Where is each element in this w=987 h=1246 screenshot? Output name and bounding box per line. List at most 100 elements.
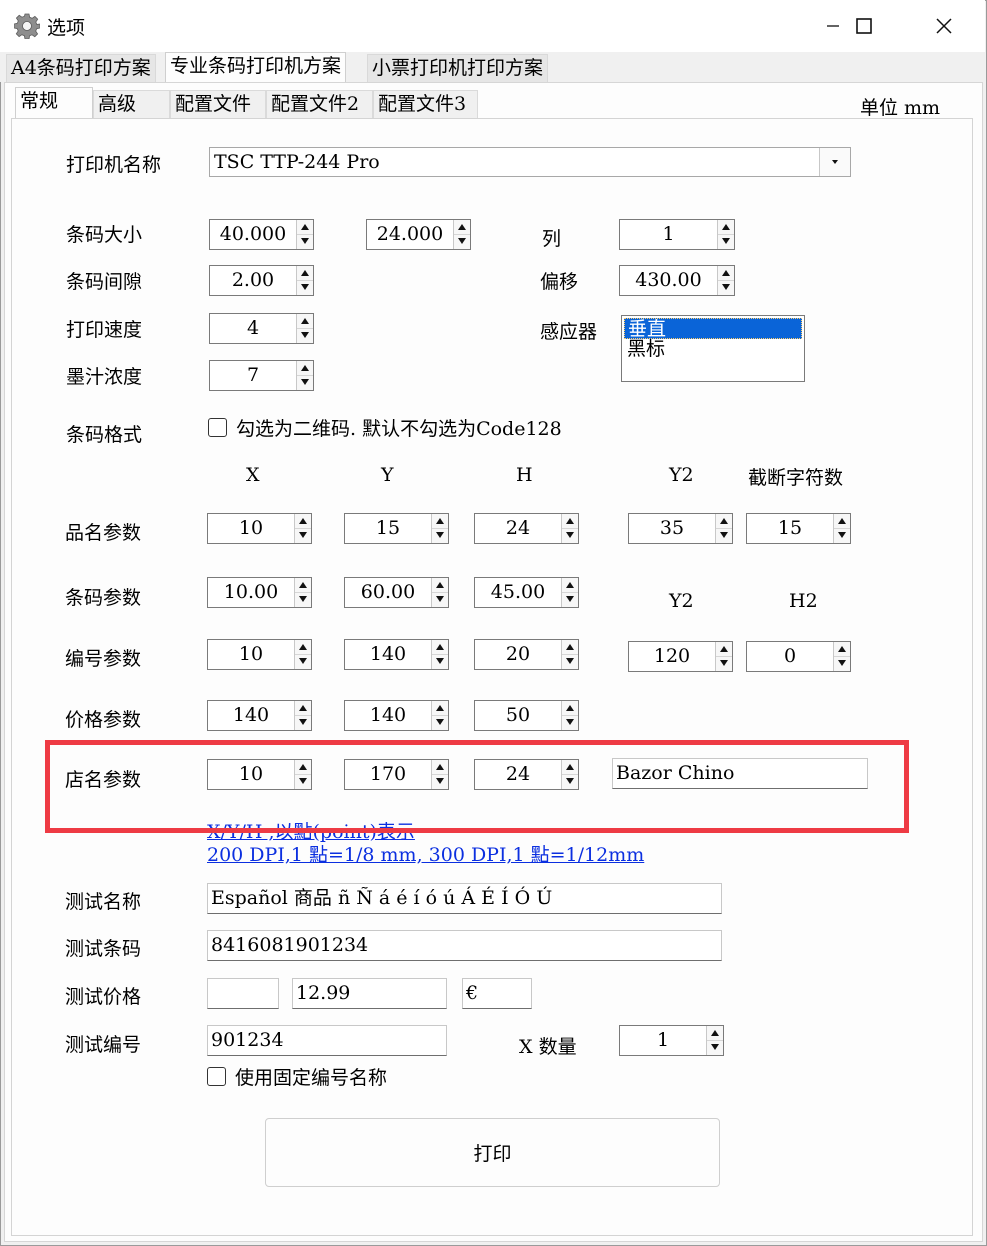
price-h-spinner[interactable]: 50: [474, 700, 579, 731]
print-button[interactable]: 打印: [265, 1118, 720, 1187]
spinner-value: 1: [656, 1029, 670, 1051]
spin-up-icon[interactable]: [295, 578, 311, 593]
number-y2-spinner[interactable]: 120: [628, 641, 733, 672]
spin-down-icon[interactable]: [562, 715, 578, 729]
spin-up-icon[interactable]: [562, 514, 578, 529]
spin-down-icon[interactable]: [297, 375, 313, 389]
ink-density-spinner[interactable]: 7: [209, 360, 314, 391]
spin-down-icon[interactable]: [562, 528, 578, 542]
tab-receipt-printer[interactable]: 小票打印机打印方案: [367, 54, 549, 82]
spin-up-icon[interactable]: [716, 514, 732, 529]
spin-up-icon[interactable]: [295, 514, 311, 529]
sensor-option-blackmark[interactable]: 黑标: [627, 339, 665, 360]
fixed-number-checkbox[interactable]: [207, 1067, 226, 1086]
spin-down-icon[interactable]: [297, 234, 313, 248]
spin-down-icon[interactable]: [295, 592, 311, 606]
price-y-spinner[interactable]: 140: [344, 700, 449, 731]
name-x-spinner[interactable]: 10: [207, 513, 312, 544]
name-y-spinner[interactable]: 15: [344, 513, 449, 544]
spinner-value: 10: [238, 517, 264, 539]
number-x-spinner[interactable]: 10: [207, 639, 312, 670]
spin-up-icon[interactable]: [562, 640, 578, 655]
spin-up-icon[interactable]: [297, 266, 313, 281]
spin-down-icon[interactable]: [297, 328, 313, 342]
subtab-config-file[interactable]: 配置文件: [170, 90, 266, 118]
tab-pro-barcode-printer[interactable]: 专业条码打印机方案: [165, 52, 347, 83]
print-speed-spinner[interactable]: 4: [209, 313, 314, 344]
number-y-spinner[interactable]: 140: [344, 639, 449, 670]
spin-up-icon[interactable]: [562, 578, 578, 593]
test-barcode-input[interactable]: 8416081901234: [207, 930, 722, 961]
number-h2-spinner[interactable]: 0: [746, 641, 851, 672]
qrcode-checkbox-label: 勾选为二维码. 默认不勾选为Code128: [236, 418, 562, 440]
spin-up-icon[interactable]: [707, 1026, 723, 1041]
spin-down-icon[interactable]: [432, 528, 448, 542]
spin-down-icon[interactable]: [716, 528, 732, 542]
subtab-config-file-2[interactable]: 配置文件2: [266, 90, 373, 118]
barcode-x-spinner[interactable]: 10.00: [207, 577, 312, 608]
maximize-button[interactable]: [834, 0, 894, 52]
quantity-spinner[interactable]: 1: [619, 1025, 724, 1056]
sensor-listbox[interactable]: 垂直 黑标: [621, 315, 805, 382]
close-button[interactable]: [914, 0, 974, 52]
price-x-spinner[interactable]: 140: [207, 700, 312, 731]
spin-up-icon[interactable]: [432, 701, 448, 716]
test-price-input[interactable]: 12.99: [292, 978, 447, 1009]
dpi-note-link[interactable]: 200 DPI,1 點=1/8 mm, 300 DPI,1 點=1/12mm: [207, 840, 644, 867]
spin-up-icon[interactable]: [432, 514, 448, 529]
tab-a4-barcode[interactable]: A4条码打印方案: [6, 54, 156, 82]
spin-up-icon[interactable]: [562, 701, 578, 716]
spin-up-icon[interactable]: [834, 514, 850, 529]
spin-down-icon[interactable]: [718, 280, 734, 294]
test-price-prefix-input[interactable]: [207, 978, 279, 1009]
chevron-down-icon[interactable]: [819, 148, 850, 176]
test-name-input[interactable]: Español 商品 ñ Ñ á é í ó ú Á É Í Ó Ú: [207, 883, 722, 914]
number-h-spinner[interactable]: 20: [474, 639, 579, 670]
subtab-advanced[interactable]: 高级: [93, 90, 170, 118]
spin-up-icon[interactable]: [297, 220, 313, 235]
spin-down-icon[interactable]: [432, 592, 448, 606]
spin-down-icon[interactable]: [718, 234, 734, 248]
spin-down-icon[interactable]: [295, 654, 311, 668]
barcode-height-spinner[interactable]: 24.000: [366, 219, 471, 250]
spin-up-icon[interactable]: [297, 361, 313, 376]
name-y2-spinner[interactable]: 35: [628, 513, 733, 544]
spin-down-icon[interactable]: [295, 715, 311, 729]
spin-down-icon[interactable]: [454, 234, 470, 248]
spin-up-icon[interactable]: [718, 220, 734, 235]
spin-up-icon[interactable]: [834, 642, 850, 657]
spin-down-icon[interactable]: [716, 656, 732, 670]
spin-down-icon[interactable]: [432, 654, 448, 668]
subtab-config-file-3[interactable]: 配置文件3: [373, 90, 478, 118]
spin-up-icon[interactable]: [295, 701, 311, 716]
barcode-h-spinner[interactable]: 45.00: [474, 577, 579, 608]
spin-down-icon[interactable]: [297, 280, 313, 294]
spin-up-icon[interactable]: [432, 578, 448, 593]
spin-up-icon[interactable]: [432, 640, 448, 655]
columns-spinner[interactable]: 1: [619, 219, 735, 250]
spin-down-icon[interactable]: [562, 592, 578, 606]
spin-down-icon[interactable]: [834, 528, 850, 542]
barcode-y-spinner[interactable]: 60.00: [344, 577, 449, 608]
spin-up-icon[interactable]: [295, 640, 311, 655]
spin-up-icon[interactable]: [716, 642, 732, 657]
spin-up-icon[interactable]: [454, 220, 470, 235]
spin-down-icon[interactable]: [834, 656, 850, 670]
spin-down-icon[interactable]: [562, 654, 578, 668]
barcode-gap-spinner[interactable]: 2.00: [209, 265, 314, 296]
name-h-spinner[interactable]: 24: [474, 513, 579, 544]
qrcode-checkbox[interactable]: [208, 418, 227, 437]
spin-up-icon[interactable]: [297, 314, 313, 329]
spin-down-icon[interactable]: [707, 1040, 723, 1054]
spin-down-icon[interactable]: [295, 528, 311, 542]
spin-up-icon[interactable]: [718, 266, 734, 281]
test-number-input[interactable]: 901234: [207, 1025, 447, 1056]
test-currency-input[interactable]: €: [462, 978, 532, 1009]
sensor-option-vertical[interactable]: 垂直: [624, 318, 802, 339]
barcode-width-spinner[interactable]: 40.000: [209, 219, 314, 250]
offset-spinner[interactable]: 430.00: [619, 265, 735, 296]
spin-down-icon[interactable]: [432, 715, 448, 729]
printer-select[interactable]: TSC TTP-244 Pro: [209, 147, 851, 177]
subtab-general[interactable]: 常规: [15, 87, 93, 119]
name-truncate-spinner[interactable]: 15: [746, 513, 851, 544]
